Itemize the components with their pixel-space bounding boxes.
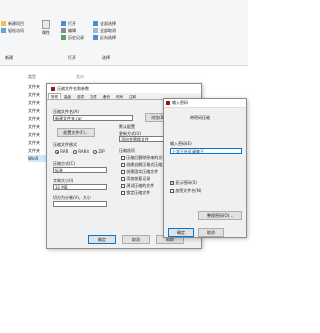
option-checkbox[interactable] (121, 156, 125, 160)
format-rar4-option[interactable]: RAR4 (73, 149, 89, 154)
option-lock[interactable]: 锁定压缩文件 (121, 190, 150, 196)
organize-passwords-button[interactable]: 整理密码(O)... (198, 211, 242, 220)
option-checkbox[interactable] (121, 177, 125, 181)
archive-dialog-titlebar[interactable]: 压缩文件名和参数 (47, 84, 201, 93)
password-dialog: 输入密码 带密码压缩 输入密码(E) 上学王社区调查王 ✓ 显示密码(S) 加密… (163, 98, 247, 238)
tab-backup[interactable]: 备份 (100, 93, 113, 99)
format-rar-option[interactable]: RAR (55, 149, 68, 154)
profiles-label: 默认配置 (119, 124, 135, 129)
history-icon (61, 35, 66, 40)
file-row[interactable]: 文件夹 (28, 83, 48, 90)
file-row-selected[interactable]: WinR (28, 155, 48, 162)
file-row[interactable]: 文件夹 (28, 131, 48, 138)
open-group: 打开 编辑 历史记录 (61, 20, 84, 41)
file-row[interactable]: 文件夹 (28, 99, 48, 106)
method-select[interactable]: 标准 (53, 167, 107, 173)
checkmark-icon: ✓ (171, 180, 175, 185)
password-prompt-label: 输入密码(E) (170, 141, 192, 146)
password-dialog-titlebar[interactable]: 输入密码 (164, 99, 246, 108)
dict-select[interactable]: 32 MB (53, 184, 107, 190)
tab-general[interactable]: 常规 (48, 93, 61, 99)
profiles-button[interactable]: 配置文件(F)... (57, 128, 95, 137)
show-password-option[interactable]: ✓ 显示密码(S) (170, 180, 197, 186)
open-icon (61, 21, 66, 26)
options-label: 压缩选项 (119, 148, 135, 153)
invert-selection-icon (93, 35, 98, 40)
tab-comment[interactable]: 注释 (126, 93, 139, 99)
archive-cancel-button[interactable]: 取消 (122, 235, 150, 244)
winrar-icon (166, 101, 170, 105)
file-row[interactable]: 文件夹 (28, 107, 48, 114)
winrar-icon (51, 86, 55, 91)
edit-icon (61, 28, 66, 33)
archive-ok-button[interactable]: 确定 (88, 235, 116, 244)
group-label-open: 打开 (68, 55, 76, 60)
option-recovery[interactable]: 添加恢复记录 (121, 176, 150, 182)
new-item-button[interactable]: 新建项目 (1, 20, 24, 27)
option-checkbox[interactable] (121, 184, 125, 188)
select-group: 全部选择 全部取消 反向选择 (93, 20, 116, 41)
open-button[interactable]: 打开 (61, 20, 84, 27)
tab-time[interactable]: 时间 (113, 93, 126, 99)
column-header-size[interactable]: 大小 (76, 74, 84, 80)
format-label: 压缩文件格式 (53, 142, 77, 147)
option-checkbox[interactable] (121, 191, 125, 195)
file-row[interactable]: 文件夹 (28, 91, 48, 98)
file-row[interactable]: 文件夹 (28, 123, 48, 130)
format-rar-radio[interactable] (55, 150, 59, 154)
properties-button[interactable]: 属性 (42, 20, 54, 36)
group-label-new: 新建 (5, 55, 13, 60)
password-dialog-subtitle: 带密码压缩 (190, 115, 210, 120)
select-all-button[interactable]: 全部选择 (93, 20, 116, 27)
tab-options[interactable]: 选项 (74, 93, 87, 99)
update-select[interactable]: 添加并替换文件 (119, 136, 169, 142)
edit-button[interactable]: 编辑 (61, 27, 84, 34)
new-item-icon (1, 21, 6, 26)
format-rar4-radio[interactable] (73, 150, 77, 154)
format-zip-radio[interactable] (93, 150, 97, 154)
easy-access-icon (1, 28, 6, 33)
format-zip-option[interactable]: ZIP (93, 149, 105, 154)
option-test[interactable]: 测试压缩的文件 (121, 183, 154, 189)
group-label-select: 选择 (102, 55, 110, 60)
show-password-checkbox[interactable]: ✓ (170, 180, 175, 185)
file-row[interactable]: 文件夹 (28, 147, 48, 154)
invert-selection-button[interactable]: 反向选择 (93, 34, 116, 41)
split-input[interactable] (53, 201, 107, 207)
new-items-group: 新建项目 轻松访问 (1, 20, 24, 34)
history-button[interactable]: 历史记录 (61, 34, 84, 41)
file-row[interactable]: 文件夹 (28, 139, 48, 146)
password-input[interactable]: 上学王社区调查王 (170, 148, 242, 154)
option-solid[interactable]: 创建固实压缩文件 (121, 169, 158, 175)
tab-advanced[interactable]: 高级 (61, 93, 74, 99)
easy-access-button[interactable]: 轻松访问 (1, 27, 24, 34)
file-row[interactable]: 文件夹 (28, 115, 48, 122)
option-checkbox[interactable] (121, 170, 125, 174)
filename-input[interactable]: 新建文件夹.rar (53, 115, 133, 121)
password-cancel-button[interactable]: 取消 (198, 228, 224, 237)
option-checkbox[interactable] (121, 163, 125, 167)
column-header-type[interactable]: 类型 (28, 74, 36, 80)
encrypt-names-option[interactable]: 加密文件名(N) (170, 188, 201, 194)
encrypt-names-checkbox[interactable] (170, 189, 174, 193)
select-all-icon (93, 21, 98, 26)
ribbon: 新建项目 轻松访问 属性 打开 编辑 历史记录 全部选择 全部取消 反向选择 新… (0, 0, 248, 66)
properties-icon (42, 20, 50, 29)
tab-files[interactable]: 文件 (87, 93, 100, 99)
password-ok-button[interactable]: 确定 (168, 228, 194, 237)
select-none-button[interactable]: 全部取消 (93, 27, 116, 34)
select-none-icon (93, 28, 98, 33)
option-delete-after[interactable]: 压缩后删除原来的文件 (121, 155, 166, 161)
